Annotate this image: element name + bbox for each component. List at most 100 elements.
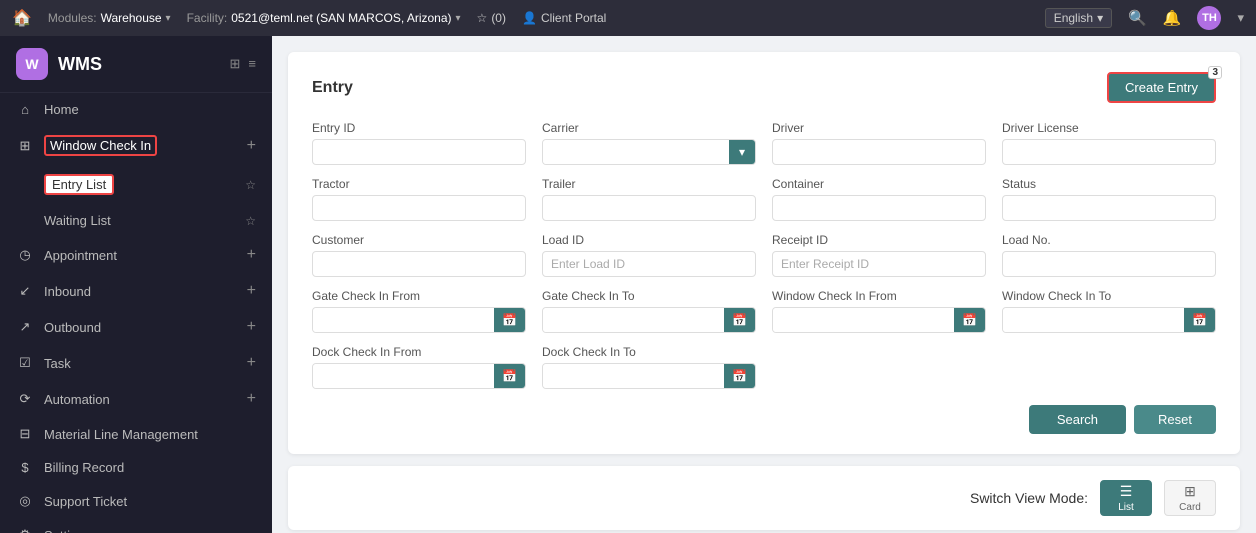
list-view-button[interactable]: ☰ List xyxy=(1100,480,1152,516)
list-view-icon: ☰ xyxy=(1120,483,1133,500)
badge-number: 3 xyxy=(1208,66,1222,79)
sidebar-item-window-check-in[interactable]: ⊞ Window Check In + xyxy=(0,126,272,165)
load-no-input[interactable] xyxy=(1002,251,1216,277)
sidebar-header: W WMS ⊞ ≡ xyxy=(0,36,272,93)
customer-label: Customer xyxy=(312,233,526,247)
create-entry-button[interactable]: 3 Create Entry xyxy=(1107,72,1216,103)
window-check-in-to-label: Window Check In To xyxy=(1002,289,1216,303)
search-button[interactable]: Search xyxy=(1029,405,1126,434)
sidebar-item-automation[interactable]: ⟳ Automation + xyxy=(0,381,272,417)
user-menu-chevron[interactable]: ▾ xyxy=(1237,10,1244,26)
client-portal-link[interactable]: 👤 Client Portal xyxy=(522,11,606,25)
inbound-plus[interactable]: + xyxy=(247,282,256,300)
tractor-input[interactable] xyxy=(312,195,526,221)
user-avatar[interactable]: TH xyxy=(1197,6,1221,30)
dock-check-in-from-input[interactable] xyxy=(313,364,494,388)
carrier-dropdown-btn[interactable]: ▾ xyxy=(729,140,755,164)
support-icon: ◎ xyxy=(16,493,34,509)
language-selector[interactable]: English ▾ xyxy=(1045,8,1112,28)
switch-view-card: Switch View Mode: ☰ List ⊞ Card xyxy=(288,466,1240,530)
facility-chevron: ▾ xyxy=(456,13,461,24)
waiting-list-star[interactable]: ☆ xyxy=(245,214,256,228)
grid-icon[interactable]: ⊞ xyxy=(230,56,241,72)
sidebar-item-waiting-list[interactable]: Waiting List ☆ xyxy=(0,204,272,237)
gate-check-in-from-calendar-btn[interactable]: 📅 xyxy=(494,308,525,332)
sidebar-item-billing[interactable]: $ Billing Record xyxy=(0,451,272,484)
dock-check-in-to-input[interactable] xyxy=(543,364,724,388)
entry-id-input[interactable] xyxy=(312,139,526,165)
sidebar-item-appointment-label: Appointment xyxy=(44,248,117,263)
sidebar-item-entry-list[interactable]: Entry List ☆ xyxy=(0,165,272,204)
reset-button[interactable]: Reset xyxy=(1134,405,1216,434)
driver-label: Driver xyxy=(772,121,986,135)
dock-check-in-from-label: Dock Check In From xyxy=(312,345,526,359)
tractor-group: Tractor xyxy=(312,177,526,221)
customer-input[interactable] xyxy=(312,251,526,277)
sidebar-item-waiting-list-label: Waiting List xyxy=(44,213,111,228)
status-input[interactable] xyxy=(1002,195,1216,221)
entry-id-label: Entry ID xyxy=(312,121,526,135)
container-group: Container xyxy=(772,177,986,221)
carrier-input[interactable] xyxy=(543,140,729,164)
load-id-label: Load ID xyxy=(542,233,756,247)
entry-list-star[interactable]: ☆ xyxy=(245,178,256,192)
home-icon[interactable]: 🏠 xyxy=(12,8,32,28)
window-check-in-from-calendar-btn[interactable]: 📅 xyxy=(954,308,985,332)
outbound-plus[interactable]: + xyxy=(247,318,256,336)
automation-plus[interactable]: + xyxy=(247,390,256,408)
top-nav: 🏠 Modules: Warehouse ▾ Facility: 0521@te… xyxy=(0,0,1256,36)
gate-check-in-from-label: Gate Check In From xyxy=(312,289,526,303)
window-check-in-plus[interactable]: + xyxy=(247,137,256,155)
modules-label: Modules: xyxy=(48,11,97,25)
sidebar-item-window-check-in-label: Window Check In xyxy=(44,135,157,156)
trailer-label: Trailer xyxy=(542,177,756,191)
entry-card-header: Entry 3 Create Entry xyxy=(312,72,1216,103)
driver-license-input[interactable] xyxy=(1002,139,1216,165)
entry-id-group: Entry ID xyxy=(312,121,526,165)
trailer-input[interactable] xyxy=(542,195,756,221)
carrier-label: Carrier xyxy=(542,121,756,135)
gate-check-in-to-input[interactable] xyxy=(543,308,724,332)
appointment-plus[interactable]: + xyxy=(247,246,256,264)
gate-check-in-from-input[interactable] xyxy=(313,308,494,332)
entry-card: Entry 3 Create Entry Entry ID Carrier ▾ xyxy=(288,52,1240,454)
receipt-id-input[interactable] xyxy=(772,251,986,277)
sidebar-item-automation-label: Automation xyxy=(44,392,110,407)
driver-license-label: Driver License xyxy=(1002,121,1216,135)
load-id-group: Load ID xyxy=(542,233,756,277)
trailer-group: Trailer xyxy=(542,177,756,221)
window-check-in-from-group: Window Check In From 📅 xyxy=(772,289,986,333)
driver-license-group: Driver License xyxy=(1002,121,1216,165)
search-icon[interactable]: 🔍 xyxy=(1128,9,1147,27)
bell-icon[interactable]: 🔔 xyxy=(1163,9,1182,27)
facility-selector[interactable]: Facility: 0521@teml.net (SAN MARCOS, Ari… xyxy=(187,11,461,25)
menu-icon[interactable]: ≡ xyxy=(248,56,256,72)
sidebar-item-settings[interactable]: ⚙ Settings xyxy=(0,518,272,533)
sidebar: W WMS ⊞ ≡ ⌂ Home ⊞ Window Check In + Ent… xyxy=(0,36,272,533)
dock-check-in-from-calendar-btn[interactable]: 📅 xyxy=(494,364,525,388)
window-check-in-from-input[interactable] xyxy=(773,308,954,332)
card-view-button[interactable]: ⊞ Card xyxy=(1164,480,1216,516)
gate-check-in-to-calendar-btn[interactable]: 📅 xyxy=(724,308,755,332)
container-label: Container xyxy=(772,177,986,191)
modules-selector[interactable]: Modules: Warehouse ▾ xyxy=(48,11,171,25)
sidebar-item-home[interactable]: ⌂ Home xyxy=(0,93,272,126)
sidebar-item-outbound[interactable]: ↗ Outbound + xyxy=(0,309,272,345)
star-count[interactable]: ☆ (0) xyxy=(477,11,506,25)
driver-input[interactable] xyxy=(772,139,986,165)
sidebar-item-inbound[interactable]: ↙ Inbound + xyxy=(0,273,272,309)
window-check-in-to-input[interactable] xyxy=(1003,308,1184,332)
sidebar-item-material-line-label: Material Line Management xyxy=(44,427,198,442)
sidebar-item-task[interactable]: ☑ Task + xyxy=(0,345,272,381)
sidebar-item-material-line[interactable]: ⊟ Material Line Management xyxy=(0,417,272,451)
window-check-in-to-group: Window Check In To 📅 xyxy=(1002,289,1216,333)
sidebar-item-appointment[interactable]: ◷ Appointment + xyxy=(0,237,272,273)
dock-check-in-to-calendar-btn[interactable]: 📅 xyxy=(724,364,755,388)
inbound-icon: ↙ xyxy=(16,283,34,299)
sidebar-item-support[interactable]: ◎ Support Ticket xyxy=(0,484,272,518)
window-check-in-to-calendar-btn[interactable]: 📅 xyxy=(1184,308,1215,332)
container-input[interactable] xyxy=(772,195,986,221)
dock-check-in-from-wrapper: 📅 xyxy=(312,363,526,389)
task-plus[interactable]: + xyxy=(247,354,256,372)
load-id-input[interactable] xyxy=(542,251,756,277)
